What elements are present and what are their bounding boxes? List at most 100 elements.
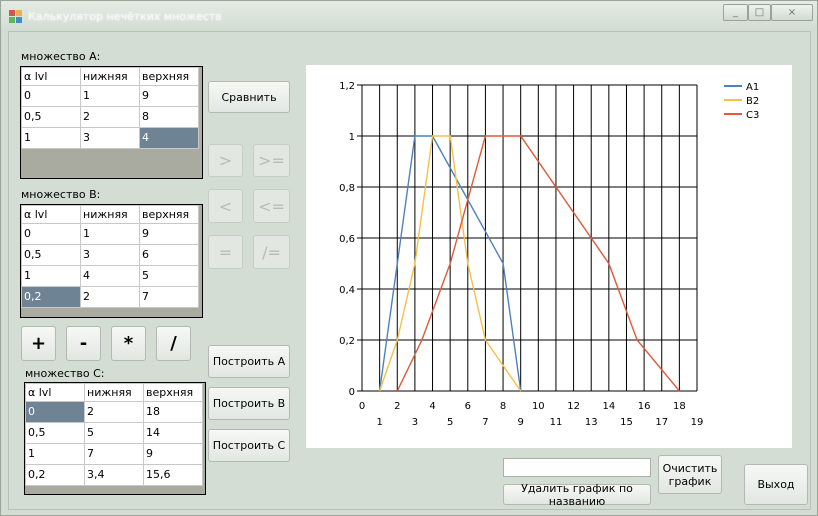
cell[interactable]: 18 [143,401,203,423]
client-area: множество А: α lvl нижняя верхняя 0 1 9 … [8,31,811,510]
greater-equal-button[interactable]: >= [253,144,290,177]
cell[interactable]: 6 [139,244,199,266]
cell[interactable]: 3 [80,127,140,149]
column-header[interactable]: нижняя [80,67,140,86]
set-a-grid[interactable]: α lvl нижняя верхняя 0 1 9 0,5 2 8 1 3 4 [20,66,203,179]
table-row[interactable]: 0,5 3 6 [21,244,199,266]
multiply-button[interactable]: * [111,326,146,361]
column-header[interactable]: верхняя [139,67,199,86]
build-a-button[interactable]: Построить А [208,345,290,378]
table-row[interactable]: 0,2 2 7 [21,286,199,308]
cell[interactable]: 2 [84,401,144,423]
cell[interactable]: 9 [143,443,203,465]
compare-button[interactable]: Сравнить [208,81,290,113]
less-equal-button[interactable]: <= [253,189,290,223]
divide-button[interactable]: / [156,326,191,361]
table-row[interactable]: 0,5 5 14 [25,422,203,444]
plus-button[interactable]: + [21,326,56,361]
table-row[interactable]: 0,5 2 8 [21,106,199,128]
close-button[interactable]: × [771,4,813,21]
cell[interactable]: 1 [80,223,140,245]
x-tick-label: 1 [376,417,382,428]
exit-button[interactable]: Выход [744,464,808,505]
cell[interactable]: 0 [21,223,81,245]
minimize-button[interactable]: _ [723,4,748,21]
column-header[interactable]: верхняя [143,383,203,402]
column-header[interactable]: нижняя [80,205,140,224]
x-tick-label: 16 [638,401,651,412]
legend-label: A1 [746,82,759,93]
column-header[interactable]: нижняя [84,383,144,402]
table-row[interactable]: 0 1 9 [21,223,199,245]
chart-panel: 0 0,2 0,4 0,6 0,8 1 1,2 0 2 4 6 8 10 12 14 16 18 1 3 5 7 9 11 1… [306,65,792,448]
cell[interactable]: 0 [21,85,81,107]
table-row[interactable]: 1 7 9 [25,443,203,465]
app-window: Калькулятор нечётких множеств _ □ × множ… [0,0,818,516]
table-row[interactable]: 0 1 9 [21,85,199,107]
cell[interactable]: 2 [80,286,140,308]
maximize-button[interactable]: □ [748,4,771,21]
cell[interactable]: 1 [80,85,140,107]
build-b-button[interactable]: Построить В [208,387,290,420]
cell[interactable]: 1 [21,265,81,287]
cell[interactable]: 0,5 [21,106,81,128]
set-b-grid[interactable]: α lvl нижняя верхняя 0 1 9 0,5 3 6 1 4 5… [20,204,203,318]
clear-graph-button[interactable]: Очистить график [658,455,722,494]
column-header[interactable]: верхняя [139,205,199,224]
greater-button[interactable]: > [208,144,243,177]
x-tick-label: 18 [673,401,686,412]
cell[interactable]: 9 [139,85,199,107]
chart: 00,20,40,60,811,20 2 4 6 8 10 12 14 16 181 3 5 7 9 11 1… [339,81,759,428]
x-tick-label: 19 [691,417,704,428]
cell[interactable]: 9 [139,223,199,245]
selected-cell[interactable]: 0,2 [21,286,81,308]
x-tick-label: 3 [412,417,418,428]
x-tick-label: 0 [359,401,365,412]
x-tick-label: 15 [620,417,633,428]
cell[interactable]: 0,2 [25,464,85,486]
y-tick-label: 0 [349,387,355,398]
column-header[interactable]: α lvl [21,67,81,86]
column-header[interactable]: α lvl [25,383,85,402]
cell[interactable]: 7 [84,443,144,465]
cell[interactable]: 3,4 [84,464,144,486]
table-row[interactable]: 0,2 3,4 15,6 [25,464,203,486]
column-header[interactable]: α lvl [21,205,81,224]
selected-cell[interactable]: 0 [25,401,85,423]
cell[interactable]: 1 [21,127,81,149]
cell[interactable]: 8 [139,106,199,128]
cell[interactable]: 14 [143,422,203,444]
cell[interactable]: 15,6 [143,464,203,486]
table-row[interactable]: 0 2 18 [25,401,203,423]
cell[interactable]: 5 [84,422,144,444]
y-tick-label: 0,4 [339,285,355,296]
graph-name-input[interactable] [503,458,651,477]
cell[interactable]: 0,5 [21,244,81,266]
less-button[interactable]: < [208,189,243,223]
cell[interactable]: 3 [80,244,140,266]
x-tick-label: 8 [500,401,506,412]
legend-label: B2 [746,96,759,107]
cell[interactable]: 5 [139,265,199,287]
x-tick-label: 12 [567,401,580,412]
window-title: Калькулятор нечётких множеств [28,10,222,23]
not-equal-button[interactable]: /= [253,235,290,269]
set-c-grid[interactable]: α lvl нижняя верхняя 0 2 18 0,5 5 14 1 7 [24,382,206,495]
build-c-button[interactable]: Построить С [208,429,290,462]
x-tick-label: 4 [429,401,435,412]
selected-cell[interactable]: 4 [139,127,199,149]
y-tick-label: 1,2 [339,81,355,92]
delete-graph-button[interactable]: Удалить график по названию [503,482,651,508]
cell[interactable]: 2 [80,106,140,128]
close-icon: × [787,7,797,18]
cell[interactable]: 4 [80,265,140,287]
cell[interactable]: 1 [25,443,85,465]
cell[interactable]: 0,5 [25,422,85,444]
minus-button[interactable]: - [66,326,101,361]
equal-button[interactable]: = [208,235,243,269]
cell[interactable]: 7 [139,286,199,308]
app-icon [9,10,22,23]
table-row[interactable]: 1 3 4 [21,127,199,149]
table-row[interactable]: 1 4 5 [21,265,199,287]
x-tick-label: 13 [585,417,598,428]
